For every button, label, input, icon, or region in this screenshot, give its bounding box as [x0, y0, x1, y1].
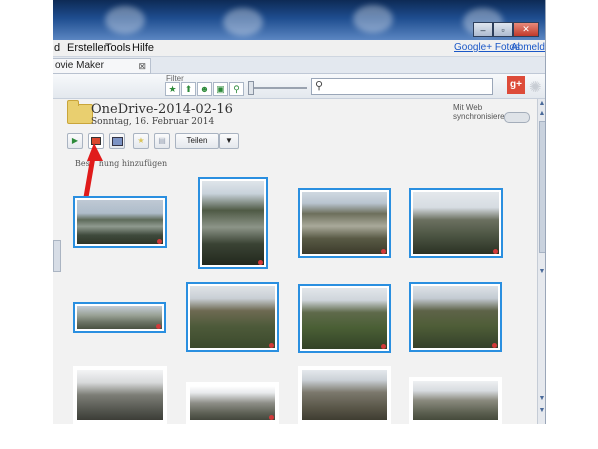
title-bar-decoration	[105, 6, 145, 34]
vertical-scrollbar[interactable]: ▲ ▲ ▼ ▼ ▼	[537, 99, 545, 424]
filter-slider-handle[interactable]	[248, 81, 254, 95]
picasa-window: – ▫ ✕ d Erstellen Tools Hilfe Google+ Fo…	[53, 0, 546, 424]
logout-link[interactable]: Abmelden	[511, 42, 545, 53]
search-icon: ⚲	[315, 80, 324, 92]
upload-icon[interactable]: ⬆	[181, 82, 196, 96]
pin-icon[interactable]: ⚲	[229, 82, 244, 96]
location-pin-icon	[381, 344, 386, 349]
photo-thumbnail[interactable]	[409, 188, 503, 258]
title-bar: – ▫ ✕	[53, 0, 545, 40]
scroll-up-icon[interactable]: ▲	[538, 109, 545, 119]
photo-thumbnail[interactable]	[73, 302, 166, 333]
location-pin-icon	[157, 239, 162, 244]
menu-bar: d Erstellen Tools Hilfe Google+ Fotos Ab…	[53, 40, 545, 57]
menu-create[interactable]: Erstellen	[67, 42, 110, 54]
scroll-thumb[interactable]	[539, 121, 545, 253]
close-icon[interactable]: ⊠	[138, 59, 146, 73]
photo-thumbnail[interactable]	[409, 282, 502, 352]
location-pin-icon	[156, 324, 161, 329]
photo-thumbnail[interactable]	[298, 366, 391, 424]
photo-thumbnail[interactable]	[186, 282, 279, 352]
folder-icon	[67, 100, 93, 124]
menu-tools[interactable]: Tools	[105, 42, 131, 54]
share-button[interactable]: Teilen	[175, 133, 219, 149]
scroll-down-icon[interactable]: ▼	[538, 394, 545, 404]
title-bar-decoration	[353, 5, 393, 33]
photo-thumbnail[interactable]	[198, 177, 268, 269]
filter-slider-track[interactable]	[249, 87, 307, 89]
search-input[interactable]: ⚲	[311, 78, 493, 95]
title-bar-decoration	[223, 8, 263, 36]
google-photos-link[interactable]: Google+ Fotos	[454, 42, 520, 53]
film-icon[interactable]: ▣	[213, 82, 228, 96]
photo-thumbnail[interactable]	[186, 382, 279, 424]
photo-thumbnail[interactable]	[73, 366, 167, 424]
tab-movie-maker[interactable]: ovie Maker ⊠	[53, 58, 151, 74]
star-icon[interactable]: ★	[133, 133, 149, 149]
photo-thumbnail[interactable]	[298, 188, 391, 258]
menu-file[interactable]: d	[54, 42, 60, 54]
photo-thumbnail[interactable]	[73, 196, 167, 248]
scroll-top-icon[interactable]: ▲	[538, 99, 545, 109]
save-icon[interactable]: ▤	[154, 133, 170, 149]
minimize-button[interactable]: –	[473, 22, 493, 37]
location-pin-icon	[492, 343, 497, 348]
location-pin-icon	[269, 343, 274, 348]
chevron-down-icon[interactable]: ▼	[219, 133, 239, 149]
person-icon[interactable]: ☻	[197, 82, 212, 96]
location-pin-icon	[381, 249, 386, 254]
album-title[interactable]: OneDrive-2014-02-16	[91, 102, 233, 117]
album-content: OneDrive-2014-02-16 Sonntag, 16. Februar…	[53, 99, 537, 424]
menu-help[interactable]: Hilfe	[132, 42, 154, 54]
photo-thumbnail[interactable]	[298, 284, 391, 353]
left-panel-edge[interactable]	[53, 240, 61, 272]
loading-icon: ✺	[529, 79, 542, 96]
star-icon[interactable]: ★	[165, 82, 180, 96]
google-plus-button[interactable]: g+	[507, 76, 525, 94]
filter-toolbar: Filter ★ ⬆ ☻ ▣ ⚲ ⚲ g+ ✺	[53, 74, 545, 99]
location-pin-icon	[269, 415, 274, 420]
tab-label: ovie Maker	[55, 60, 104, 71]
close-window-button[interactable]: ✕	[513, 22, 539, 37]
location-pin-icon	[493, 249, 498, 254]
maximize-button[interactable]: ▫	[493, 22, 513, 37]
scroll-down-icon[interactable]: ▼	[538, 267, 545, 277]
photo-thumbnail[interactable]	[409, 377, 502, 424]
scroll-bottom-icon[interactable]: ▼	[538, 406, 545, 416]
location-pin-icon	[258, 260, 263, 265]
tab-bar: ovie Maker ⊠	[53, 57, 545, 74]
sync-toggle[interactable]	[504, 112, 530, 123]
album-date: Sonntag, 16. Februar 2014	[91, 117, 215, 127]
